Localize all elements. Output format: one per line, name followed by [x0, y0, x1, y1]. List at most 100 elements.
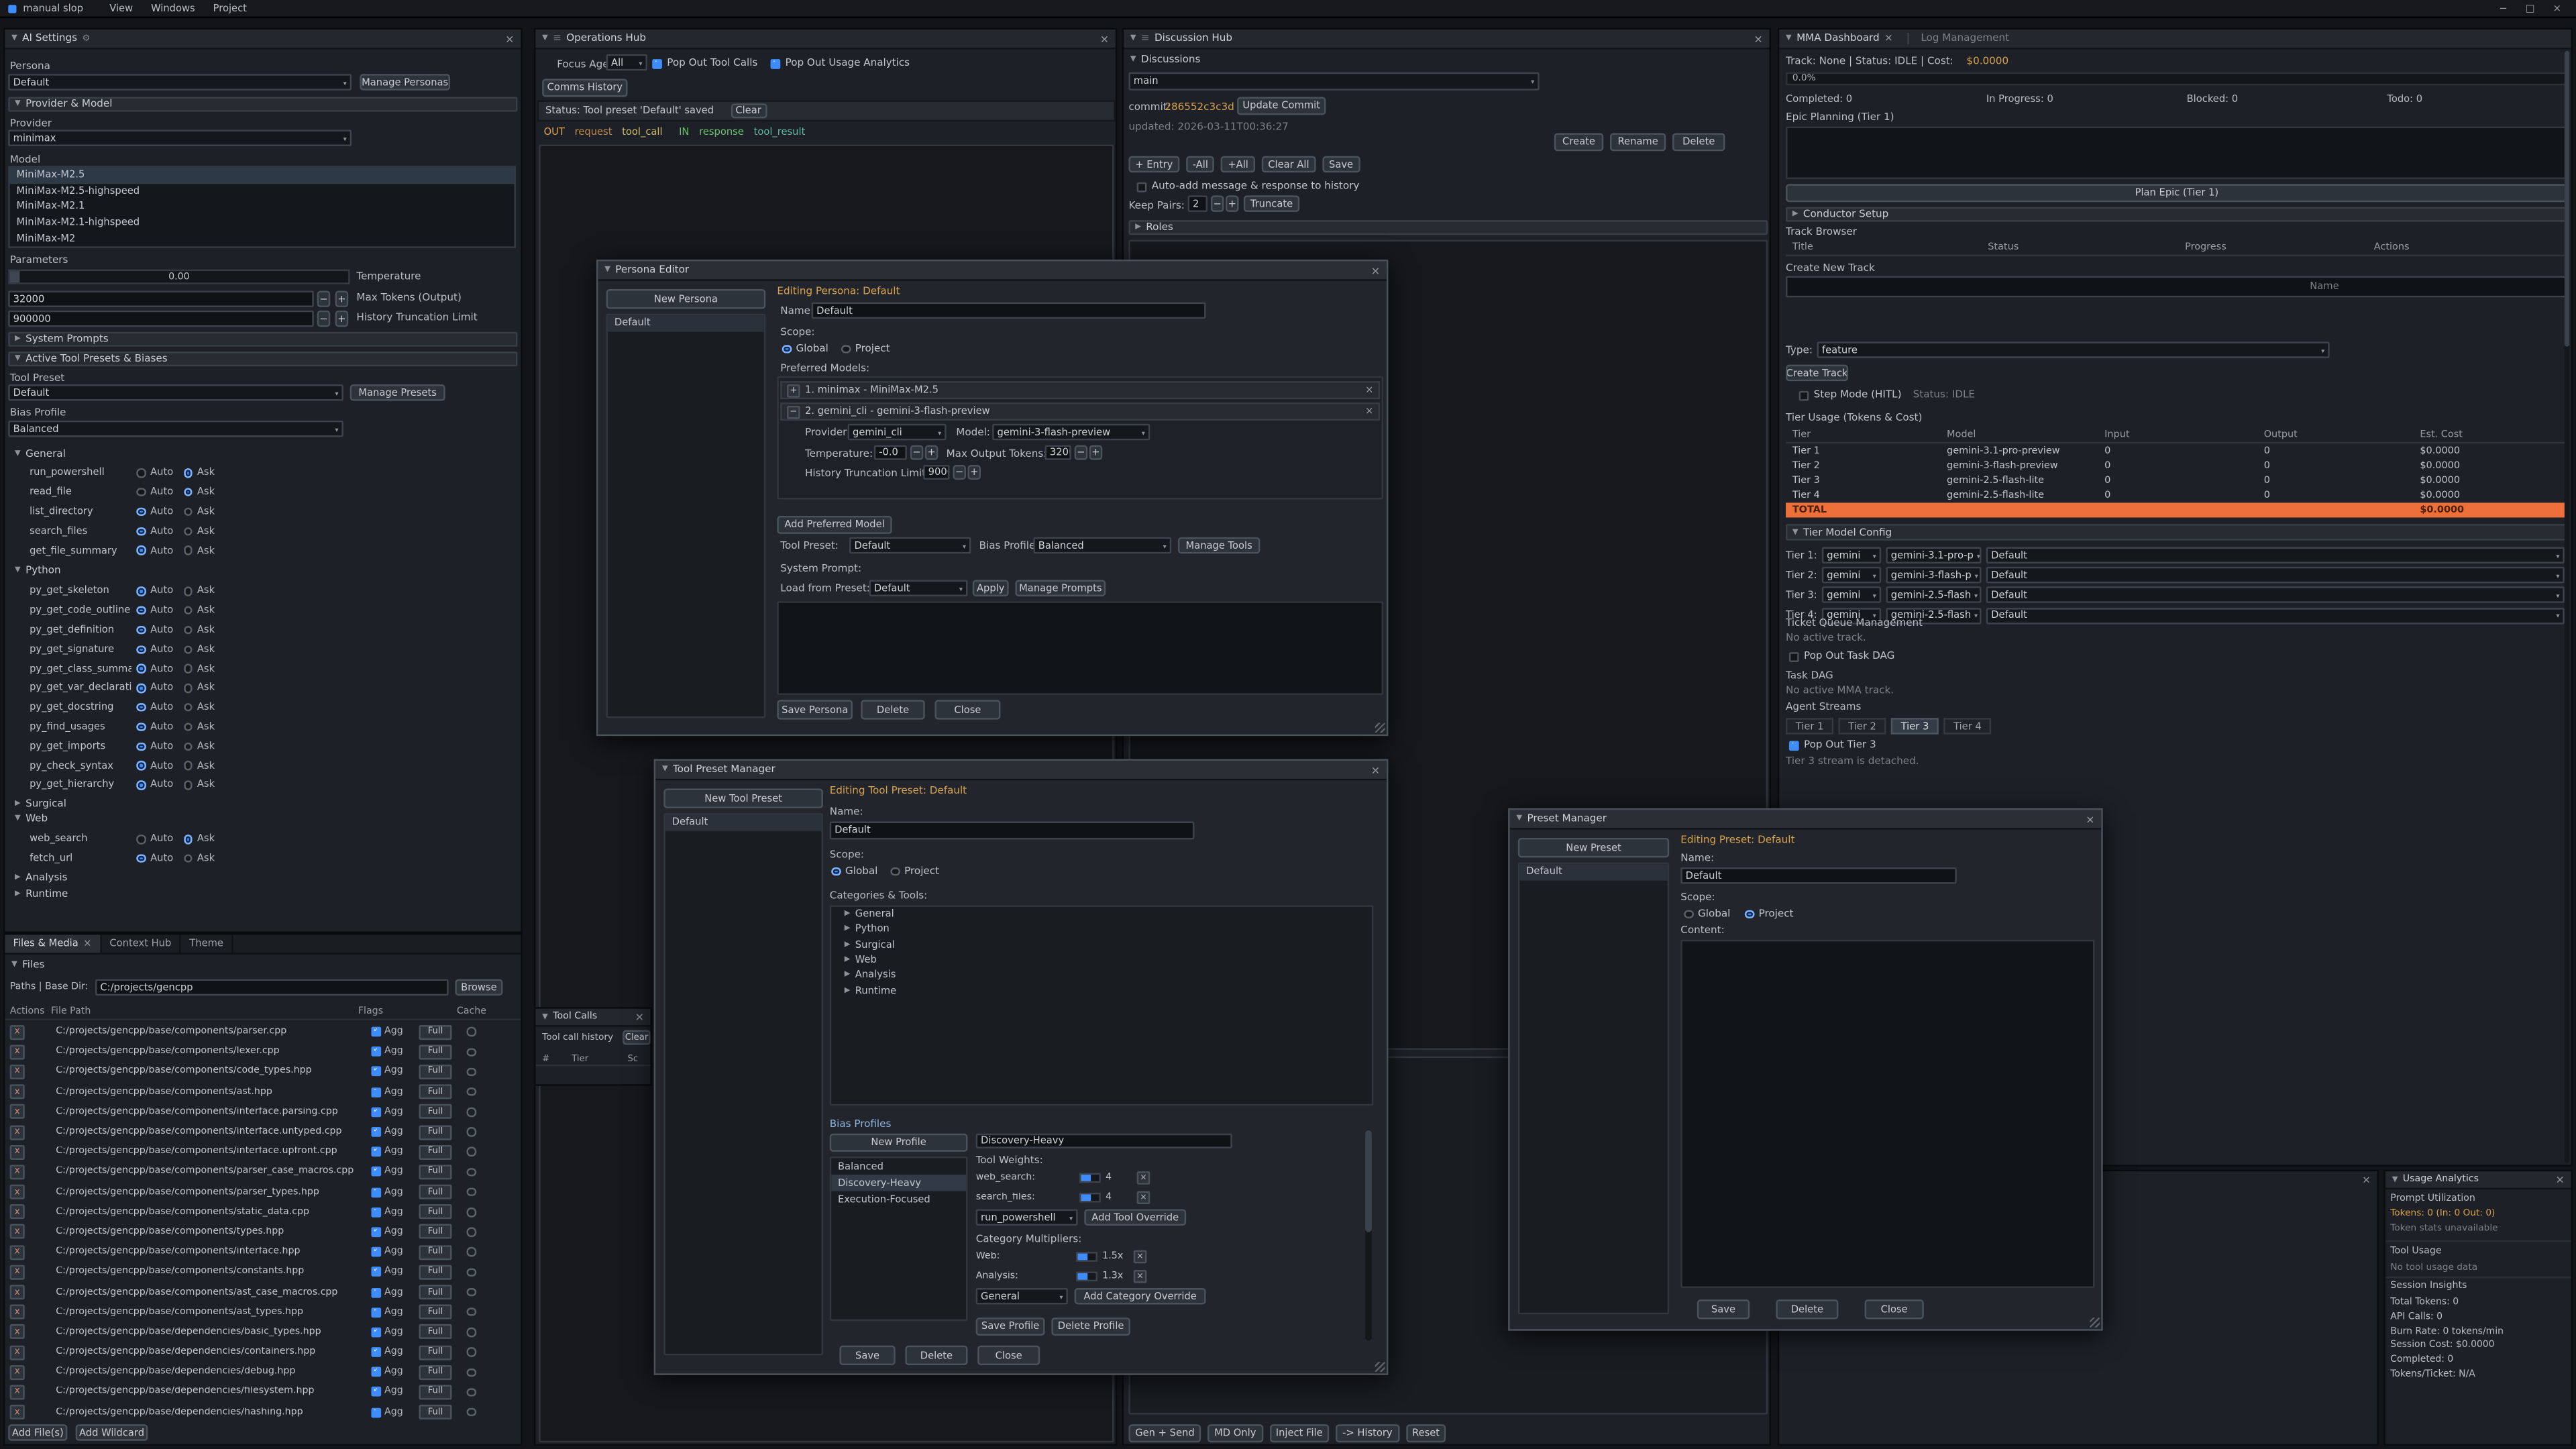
auto-radio[interactable] — [136, 761, 145, 770]
cache-indicator[interactable] — [467, 1307, 476, 1316]
cache-indicator[interactable] — [467, 1328, 476, 1336]
collapse-icon[interactable]: ▼ — [1786, 34, 1792, 42]
tool-preset-select[interactable]: Default ▾ — [849, 537, 971, 553]
agg-checkbox[interactable]: ✓ — [371, 1087, 381, 1097]
auto-radio[interactable] — [136, 703, 145, 712]
tool-group-web[interactable]: ▼ Web — [15, 813, 48, 824]
tab-files-media[interactable]: Files & Media × — [5, 934, 101, 953]
stream-tab[interactable]: Tier 1 — [1786, 718, 1833, 734]
cache-indicator[interactable] — [467, 1248, 476, 1256]
category-override-select[interactable]: General ▾ — [976, 1288, 1068, 1304]
project-radio[interactable] — [1745, 910, 1754, 918]
conductor-setup-section[interactable]: ▶ Conductor Setup — [1786, 207, 2568, 222]
base-dir-input[interactable]: C:/projects/gencpp — [95, 979, 449, 996]
agg-checkbox[interactable]: ✓ — [371, 1187, 381, 1197]
increment-button[interactable]: + — [925, 445, 938, 460]
auto-radio[interactable] — [136, 664, 145, 673]
remove-file-button[interactable]: x — [10, 1165, 25, 1179]
preset-list-item[interactable]: Default — [1519, 864, 1667, 879]
agg-checkbox[interactable]: ✓ — [371, 1167, 381, 1177]
new-profile-button[interactable]: New Profile — [830, 1134, 968, 1152]
agg-checkbox[interactable]: ✓ — [371, 1147, 381, 1157]
add-files-button[interactable]: Add File(s) — [8, 1424, 67, 1440]
tool-calls-header[interactable]: ▼ Tool Calls × — [535, 1009, 650, 1027]
full-button[interactable]: Full — [419, 1205, 451, 1220]
ask-radio[interactable] — [183, 664, 192, 673]
category-row[interactable]: ▶ General — [831, 907, 1372, 922]
prompt-preset-select[interactable]: Default ▾ — [869, 580, 968, 596]
expand-icon[interactable]: ▶ — [845, 956, 851, 964]
cache-indicator[interactable] — [467, 1408, 476, 1417]
ask-radio[interactable] — [183, 488, 192, 496]
decrement-button[interactable]: − — [1075, 445, 1088, 460]
step-mode-checkbox[interactable] — [1799, 390, 1809, 400]
remove-file-button[interactable]: x — [10, 1345, 25, 1360]
profile-list-item[interactable]: Discovery-Heavy — [831, 1175, 966, 1191]
ask-radio[interactable] — [183, 742, 192, 751]
bias-profile-select[interactable]: Balanced ▾ — [8, 421, 343, 437]
decrement-button[interactable]: − — [1211, 195, 1224, 211]
increment-button[interactable]: + — [335, 311, 349, 327]
full-button[interactable]: Full — [419, 1385, 451, 1399]
tool-group-analysis[interactable]: ▶ Analysis — [15, 872, 67, 883]
close-dialog-button[interactable]: Close — [977, 1346, 1040, 1365]
remove-file-button[interactable]: x — [10, 1305, 25, 1320]
full-button[interactable]: Full — [419, 1345, 451, 1360]
pop-out-usage-option[interactable]: ✓ Pop Out Usage Analytics — [771, 58, 910, 69]
provider-select[interactable]: gemini▾ — [1822, 568, 1881, 584]
send-action-button[interactable]: Inject File — [1269, 1424, 1329, 1442]
cache-indicator[interactable] — [467, 1287, 476, 1296]
new-persona-button[interactable]: New Persona — [606, 289, 766, 309]
persona-select[interactable]: Default ▾ — [8, 74, 352, 90]
save-preset-button[interactable]: Save — [1697, 1299, 1750, 1319]
close-panel-icon[interactable]: × — [1100, 32, 1109, 46]
scope-global-option[interactable]: Global — [831, 866, 877, 877]
preset-select[interactable]: Default▾ — [1986, 547, 2565, 564]
save-persona-button[interactable]: Save Persona — [777, 700, 853, 719]
ask-radio[interactable] — [183, 587, 192, 596]
expand-icon[interactable]: ▶ — [845, 910, 851, 918]
weight-slider[interactable] — [1079, 1173, 1101, 1183]
scrollbar[interactable] — [2565, 51, 2569, 1163]
full-button[interactable]: Full — [419, 1405, 451, 1419]
ask-radio[interactable] — [183, 606, 192, 615]
temperature-input[interactable]: -0.0 — [874, 445, 907, 460]
preset-name-input[interactable]: Default — [1680, 867, 1956, 883]
cache-indicator[interactable] — [467, 1087, 476, 1096]
auto-radio[interactable] — [136, 854, 145, 863]
pop-out-tool-calls-option[interactable]: ✓ Pop Out Tool Calls — [652, 58, 757, 69]
full-button[interactable]: Full — [419, 1305, 451, 1320]
tool-override-select[interactable]: run_powershell ▾ — [976, 1209, 1078, 1225]
collapse-icon[interactable]: ▼ — [11, 34, 17, 42]
cache-indicator[interactable] — [467, 1148, 476, 1157]
multiplier-slider[interactable] — [1076, 1252, 1097, 1262]
gear-icon[interactable]: ⚙ — [82, 34, 90, 44]
agg-checkbox[interactable]: ✓ — [371, 1307, 381, 1318]
ask-radio[interactable] — [183, 645, 192, 653]
scope-global-option[interactable]: Global — [1684, 908, 1730, 920]
remove-file-button[interactable]: x — [10, 1085, 25, 1099]
manage-prompts-button[interactable]: Manage Prompts — [1015, 580, 1106, 596]
apply-button[interactable]: Apply — [973, 580, 1009, 596]
agg-checkbox[interactable]: ✓ — [371, 1027, 381, 1037]
auto-add-option[interactable]: Auto-add message & response to history — [1137, 180, 1360, 192]
scrollbar[interactable] — [1365, 1130, 1372, 1340]
close-tab-icon[interactable]: × — [83, 938, 91, 949]
pop-out-tier3-checkbox[interactable]: ✓ — [1789, 740, 1799, 750]
delete-discussion-button[interactable]: Delete — [1672, 133, 1725, 151]
auto-radio[interactable] — [136, 625, 145, 634]
profile-list-item[interactable]: Execution-Focused — [831, 1191, 966, 1208]
new-preset-button[interactable]: New Preset — [1518, 838, 1669, 857]
remove-file-button[interactable]: x — [10, 1265, 25, 1279]
cache-indicator[interactable] — [467, 1128, 476, 1136]
minimize-icon[interactable]: − — [2500, 3, 2508, 14]
preferred-model-row[interactable]: − 2. gemini_cli - gemini-3-flash-preview… — [780, 402, 1380, 421]
full-button[interactable]: Full — [419, 1165, 451, 1179]
entry-button[interactable]: -All — [1186, 156, 1215, 172]
model-select[interactable]: gemini-2.5-flash▾ — [1886, 587, 1981, 603]
tool-group-runtime[interactable]: ▶ Runtime — [15, 889, 68, 900]
add-category-override-button[interactable]: Add Category Override — [1075, 1288, 1206, 1304]
create-discussion-button[interactable]: Create — [1554, 133, 1603, 151]
remove-override-icon[interactable]: × — [1137, 1171, 1150, 1185]
content-textarea[interactable] — [1680, 940, 2094, 1288]
